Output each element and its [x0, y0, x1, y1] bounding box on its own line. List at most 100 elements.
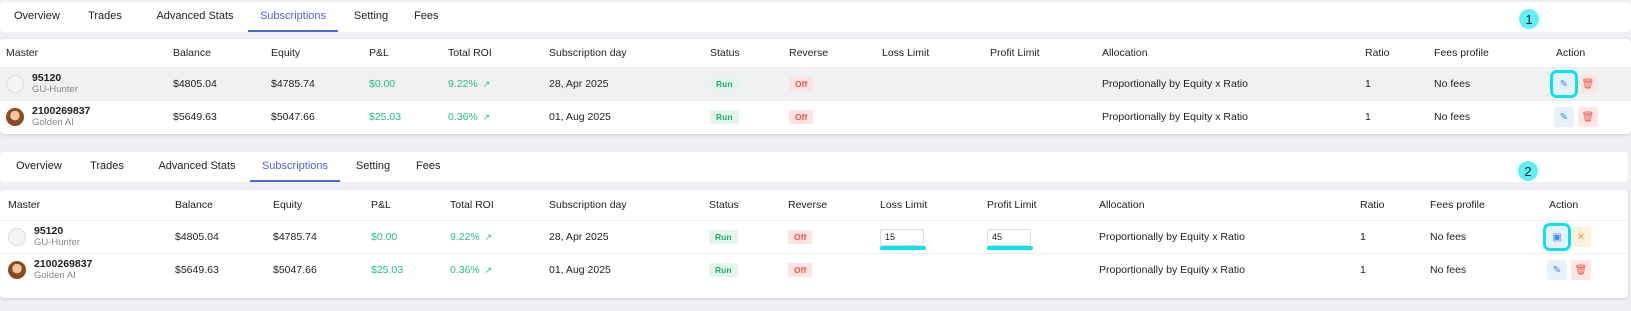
- master-name: GU-Hunter: [34, 237, 80, 248]
- col-profit-limit: Profit Limit: [990, 47, 1040, 59]
- col-equity: Equity: [273, 199, 303, 211]
- status-cell: Run: [710, 68, 739, 100]
- tab-fees[interactable]: Fees: [404, 2, 446, 32]
- loss-limit-highlight: [880, 246, 926, 250]
- reverse-badge: Off: [788, 230, 813, 244]
- col-balance: Balance: [173, 47, 211, 59]
- master-name: Golden AI: [32, 117, 74, 128]
- trend-up-icon: ↗: [482, 78, 491, 89]
- col-loss-limit: Loss Limit: [880, 199, 928, 211]
- ratio-value: 1: [1360, 231, 1366, 243]
- tab-trades[interactable]: Trades: [68, 2, 142, 32]
- save-icon: ▣: [1552, 231, 1562, 243]
- reverse-cell: Off: [789, 101, 814, 133]
- balance-value: $4805.04: [175, 231, 219, 243]
- col-ratio: Ratio: [1365, 47, 1390, 59]
- table-row: 2100269837 Golden AI $5649.63 $5047.66 $2…: [0, 100, 1631, 133]
- col-pnl: P&L: [369, 47, 389, 59]
- col-fees-profile: Fees profile: [1434, 47, 1489, 59]
- edit-button[interactable]: ✎: [1550, 70, 1578, 98]
- tab-bar-1: Overview Trades Advanced Stats Subscript…: [0, 2, 1631, 32]
- avatar: [8, 261, 26, 279]
- status-badge: Run: [709, 263, 738, 277]
- pencil-icon: ✎: [1552, 264, 1562, 276]
- tab-subscriptions[interactable]: Subscriptions: [250, 152, 340, 182]
- table-header: Master Balance Equity P&L Total ROI Subs…: [0, 39, 1631, 67]
- col-fees-profile: Fees profile: [1430, 199, 1485, 211]
- table-row: 95120 GU-Hunter $4805.04 $4785.74 $0.00 9…: [0, 67, 1631, 100]
- roi-cell: 9.22% ↗: [450, 221, 492, 253]
- action-cell: ✎ 🗑: [1550, 68, 1602, 100]
- action-cell: ✎ 🗑: [1547, 254, 1595, 286]
- edit-button[interactable]: ✎: [1547, 260, 1567, 280]
- step-marker-2: 2: [1518, 161, 1538, 181]
- master-id: 2100269837: [32, 105, 91, 117]
- profit-limit-input[interactable]: [987, 228, 1031, 246]
- tab-subscriptions[interactable]: Subscriptions: [248, 2, 338, 32]
- col-subscription-day: Subscription day: [549, 47, 627, 59]
- col-profit-limit: Profit Limit: [987, 199, 1037, 211]
- col-total-roi: Total ROI: [450, 199, 494, 211]
- delete-button[interactable]: 🗑: [1578, 107, 1598, 127]
- close-icon: ✕: [1576, 231, 1586, 243]
- loss-limit-input[interactable]: [880, 228, 924, 246]
- avatar: [6, 75, 24, 93]
- step-marker-1: 1: [1519, 9, 1539, 29]
- balance-value: $5649.63: [173, 111, 217, 123]
- roi-value: 0.36%: [450, 264, 480, 276]
- delete-button[interactable]: 🗑: [1578, 74, 1598, 94]
- fees-value: No fees: [1430, 264, 1467, 276]
- table-row: 2100269837 Golden AI $5649.63 $5047.66 $2…: [0, 253, 1628, 286]
- pnl-value: $0.00: [369, 78, 396, 90]
- trend-up-icon: ↗: [484, 264, 493, 275]
- tab-trades[interactable]: Trades: [70, 152, 144, 182]
- reverse-badge: Off: [789, 110, 814, 124]
- roi-value: 9.22%: [448, 78, 478, 90]
- subscriptions-table-2: Master Balance Equity P&L Total ROI Subs…: [0, 190, 1628, 298]
- tab-overview[interactable]: Overview: [6, 152, 70, 182]
- col-master: Master: [6, 47, 39, 59]
- tab-fees[interactable]: Fees: [406, 152, 448, 182]
- edit-button[interactable]: ✎: [1554, 107, 1574, 127]
- master-id: 95120: [34, 225, 64, 237]
- col-reverse: Reverse: [788, 199, 828, 211]
- trash-icon: 🗑: [1574, 264, 1588, 276]
- cancel-button[interactable]: ✕: [1571, 227, 1591, 247]
- col-pnl: P&L: [371, 199, 391, 211]
- tab-overview[interactable]: Overview: [4, 2, 68, 32]
- pencil-icon: ✎: [1559, 78, 1569, 90]
- trash-icon: 🗑: [1581, 111, 1595, 123]
- table-header: Master Balance Equity P&L Total ROI Subs…: [0, 190, 1628, 220]
- equity-value: $5047.66: [273, 264, 317, 276]
- save-button[interactable]: ▣: [1543, 223, 1571, 251]
- tab-setting[interactable]: Setting: [340, 152, 406, 182]
- tab-advanced-stats[interactable]: Advanced Stats: [142, 2, 248, 32]
- allocation-value: Proportionally by Equity x Ratio: [1102, 78, 1248, 90]
- status-cell: Run: [709, 221, 738, 253]
- col-master: Master: [8, 199, 41, 211]
- reverse-badge: Off: [789, 77, 814, 91]
- status-cell: Run: [710, 101, 739, 133]
- subscription-day-value: 01, Aug 2025: [549, 264, 611, 276]
- tab-bar-2: Overview Trades Advanced Stats Subscript…: [0, 152, 1628, 182]
- subscription-day-value: 01, Aug 2025: [549, 111, 611, 123]
- col-action: Action: [1556, 47, 1586, 59]
- delete-button[interactable]: 🗑: [1571, 260, 1591, 280]
- action-cell: ▣ ✕: [1543, 221, 1595, 253]
- col-loss-limit: Loss Limit: [882, 47, 930, 59]
- master-cell: 2100269837 Golden AI: [8, 254, 92, 286]
- col-allocation: Allocation: [1099, 199, 1145, 211]
- allocation-value: Proportionally by Equity x Ratio: [1102, 111, 1248, 123]
- roi-value: 0.36%: [448, 111, 478, 123]
- fees-value: No fees: [1434, 78, 1471, 90]
- status-cell: Run: [709, 254, 738, 286]
- tab-setting[interactable]: Setting: [338, 2, 404, 32]
- reverse-cell: Off: [788, 254, 813, 286]
- pencil-icon: ✎: [1559, 111, 1569, 123]
- master-name: Golden AI: [34, 270, 76, 281]
- equity-value: $4785.74: [273, 231, 317, 243]
- table-row: 95120 GU-Hunter $4805.04 $4785.74 $0.00 9…: [0, 220, 1628, 253]
- col-total-roi: Total ROI: [448, 47, 492, 59]
- col-allocation: Allocation: [1102, 47, 1148, 59]
- tab-advanced-stats[interactable]: Advanced Stats: [144, 152, 250, 182]
